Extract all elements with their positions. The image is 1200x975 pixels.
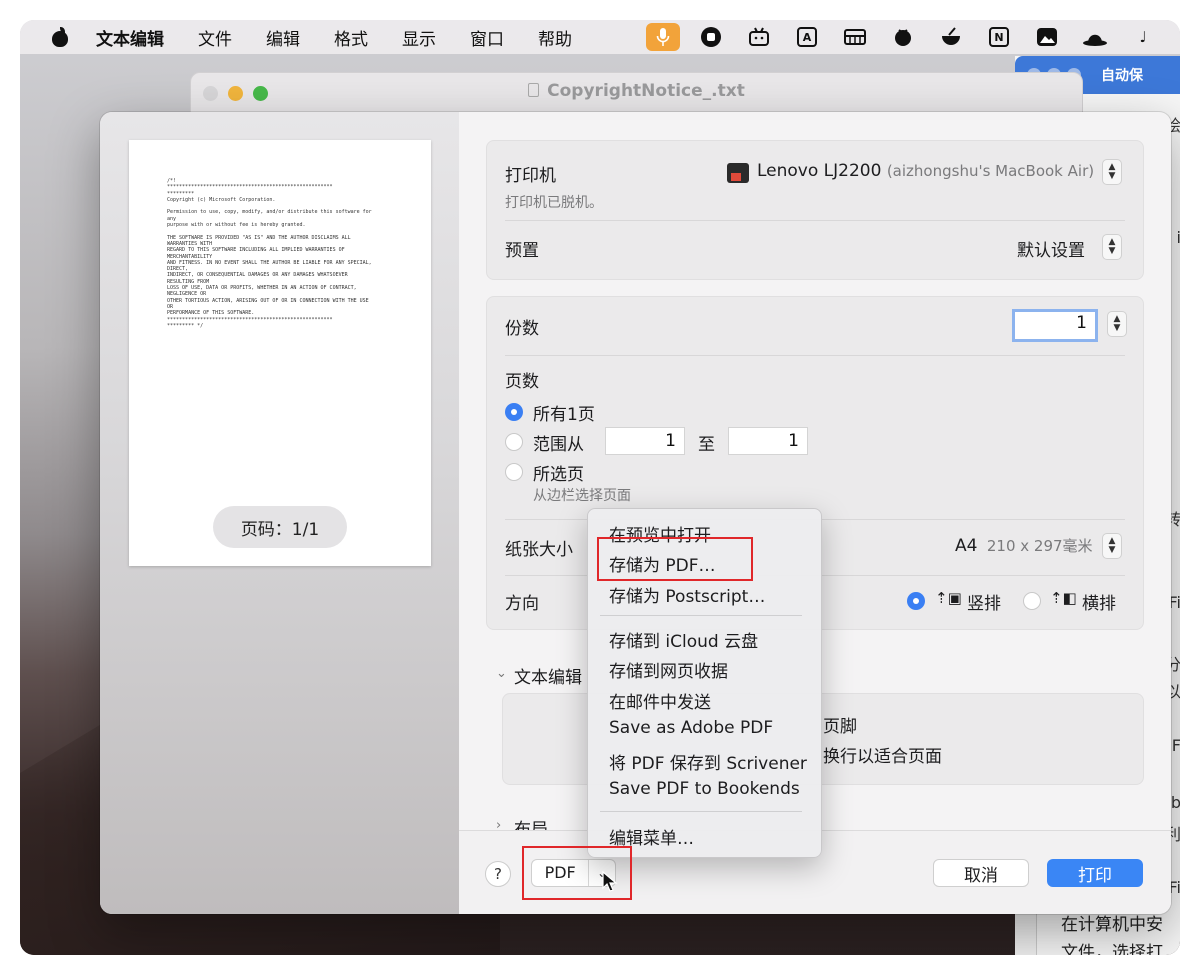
printer-label: 打印机 — [505, 166, 556, 186]
menu-bar: 文本编辑 文件 编辑 格式 显示 窗口 帮助 A N ♩ — [20, 20, 1180, 54]
range-to-input[interactable]: 1 — [728, 427, 808, 455]
right-window-title: 自动保 — [1101, 68, 1143, 84]
photo-icon[interactable] — [1030, 23, 1064, 51]
menu-item-save-to-bookends[interactable]: Save PDF to Bookends — [609, 779, 800, 799]
mouse-cursor-icon — [602, 871, 618, 892]
menu-item-save-to-icloud[interactable]: 存储到 iCloud 云盘 — [609, 627, 758, 652]
menu-item-save-to-scrivener[interactable]: 将 PDF 保存到 Scrivener — [609, 749, 807, 774]
hat-icon[interactable] — [1078, 23, 1112, 51]
menu-file[interactable]: 文件 — [198, 25, 232, 50]
portrait-icon: ⇡▣ — [935, 589, 962, 607]
portrait-label: 竖排 — [967, 594, 1001, 614]
menu-app-name[interactable]: 文本编辑 — [96, 25, 164, 50]
help-button[interactable]: ? — [485, 861, 511, 887]
textedit-section-label[interactable]: 文本编辑 — [514, 663, 582, 688]
preview-pane: /*! ************************************… — [100, 112, 459, 914]
copies-input[interactable]: 1 — [1012, 309, 1098, 342]
printer-name: Lenovo LJ2200 — [757, 161, 882, 181]
preset-label: 预置 — [505, 241, 539, 261]
record-icon[interactable] — [694, 23, 728, 51]
right-text-fragment: i — [1176, 228, 1180, 247]
right-text-fragment: F — [1171, 736, 1180, 755]
right-text-fragment: b — [1170, 793, 1180, 812]
tomato-icon[interactable] — [886, 23, 920, 51]
menu-item-save-as-adobe-pdf[interactable]: Save as Adobe PDF — [609, 718, 773, 738]
right-body-line: 在计算机中安 — [1061, 915, 1163, 935]
menu-item-send-in-mail[interactable]: 在邮件中发送 — [609, 688, 711, 713]
document-icon — [528, 83, 540, 97]
printer-card: 打印机 Lenovo LJ2200 (aizhongshu's MacBook … — [486, 140, 1144, 280]
menu-item-save-as-postscript[interactable]: 存储为 Postscript… — [609, 582, 765, 607]
bilibili-icon[interactable] — [742, 23, 776, 51]
cancel-button[interactable]: 取消 — [933, 859, 1029, 887]
header-footer-option[interactable]: 页脚 — [823, 712, 857, 737]
paper-size-select[interactable]: A4 210 x 297毫米 — [955, 535, 1093, 556]
landscape-icon: ⇡◧ — [1050, 589, 1077, 607]
translate-icon[interactable]: A — [790, 23, 824, 51]
bowl-icon[interactable] — [934, 23, 968, 51]
orientation-label: 方向 — [505, 594, 539, 614]
range-from-input[interactable]: 1 — [605, 427, 685, 455]
landscape-label: 横排 — [1082, 594, 1116, 614]
page-preview[interactable]: /*! ************************************… — [129, 140, 431, 566]
notion-glyph: N — [989, 27, 1009, 47]
apple-icon[interactable] — [48, 27, 76, 47]
menu-view[interactable]: 显示 — [402, 25, 436, 50]
pages-all-label: 所有1页 — [533, 405, 595, 425]
portrait-radio[interactable] — [907, 592, 925, 610]
right-body-line: 文件，选择打 — [1061, 943, 1163, 955]
window-title: CopyrightNotice_.txt — [191, 81, 1082, 101]
pages-all-radio[interactable] — [505, 403, 523, 421]
pages-selected-label: 所选页 — [533, 465, 584, 485]
divider — [505, 355, 1125, 356]
notion-icon[interactable]: N — [982, 23, 1016, 51]
page-preview-text: /*! ************************************… — [167, 178, 372, 329]
desktop: 文本编辑 文件 编辑 格式 显示 窗口 帮助 A N ♩ 自动保 i 转 Fi … — [20, 20, 1180, 955]
menu-help[interactable]: 帮助 — [538, 25, 572, 50]
copies-label: 份数 — [505, 319, 539, 339]
preset-select[interactable]: 默认设置 — [1017, 236, 1085, 261]
landscape-radio[interactable] — [1023, 592, 1041, 610]
menu-edit[interactable]: 编辑 — [266, 25, 300, 50]
print-button[interactable]: 打印 — [1047, 859, 1143, 887]
menu-format[interactable]: 格式 — [334, 25, 368, 50]
printer-host: (aizhongshu's MacBook Air) — [886, 162, 1095, 180]
preset-popup-arrows[interactable]: ▲ ▼ — [1102, 234, 1122, 260]
menu-window[interactable]: 窗口 — [470, 25, 504, 50]
right-body-text: 在计算机中安 文件，选择打 — [1061, 911, 1163, 955]
page-number-badge: 页码：1/1 — [213, 506, 347, 548]
status-area: A N ♩ — [646, 23, 1160, 51]
microphone-icon[interactable] — [646, 23, 680, 51]
printer-popup-arrows[interactable]: ▲ ▼ — [1102, 159, 1122, 185]
copies-stepper[interactable]: ▲ ▼ — [1107, 311, 1127, 337]
printer-status: 打印机已脱机。 — [505, 195, 603, 211]
range-to-label: 至 — [698, 435, 715, 455]
highlight-save-as-pdf — [597, 537, 753, 581]
pages-label: 页数 — [505, 372, 539, 392]
divider — [505, 220, 1125, 221]
pages-range-radio[interactable] — [505, 433, 523, 451]
pages-selected-radio[interactable] — [505, 463, 523, 481]
menu-separator — [600, 615, 802, 616]
translate-glyph: A — [797, 27, 817, 47]
window-title-text: CopyrightNotice_.txt — [547, 81, 745, 101]
menubar-tool-icon[interactable] — [838, 23, 872, 51]
pages-selected-hint: 从边栏选择页面 — [533, 488, 631, 504]
menu-item-save-web-receipts[interactable]: 存储到网页收据 — [609, 657, 728, 682]
chevron-down-icon[interactable]: ⌄ — [496, 666, 507, 681]
printer-select[interactable]: Lenovo LJ2200 (aizhongshu's MacBook Air) — [757, 161, 1094, 181]
printer-icon — [727, 163, 749, 183]
pages-range-label: 范围从 — [533, 435, 584, 455]
menu-separator — [600, 811, 802, 812]
paper-size-label: 纸张大小 — [505, 540, 573, 560]
paper-size-value: A4 — [955, 536, 978, 556]
wrap-option[interactable]: 换行以适合页面 — [823, 742, 942, 767]
paper-size-popup-arrows[interactable]: ▲ ▼ — [1102, 533, 1122, 559]
paper-size-dims: 210 x 297毫米 — [986, 537, 1093, 555]
tail-glyph: ♩ — [1139, 28, 1147, 46]
